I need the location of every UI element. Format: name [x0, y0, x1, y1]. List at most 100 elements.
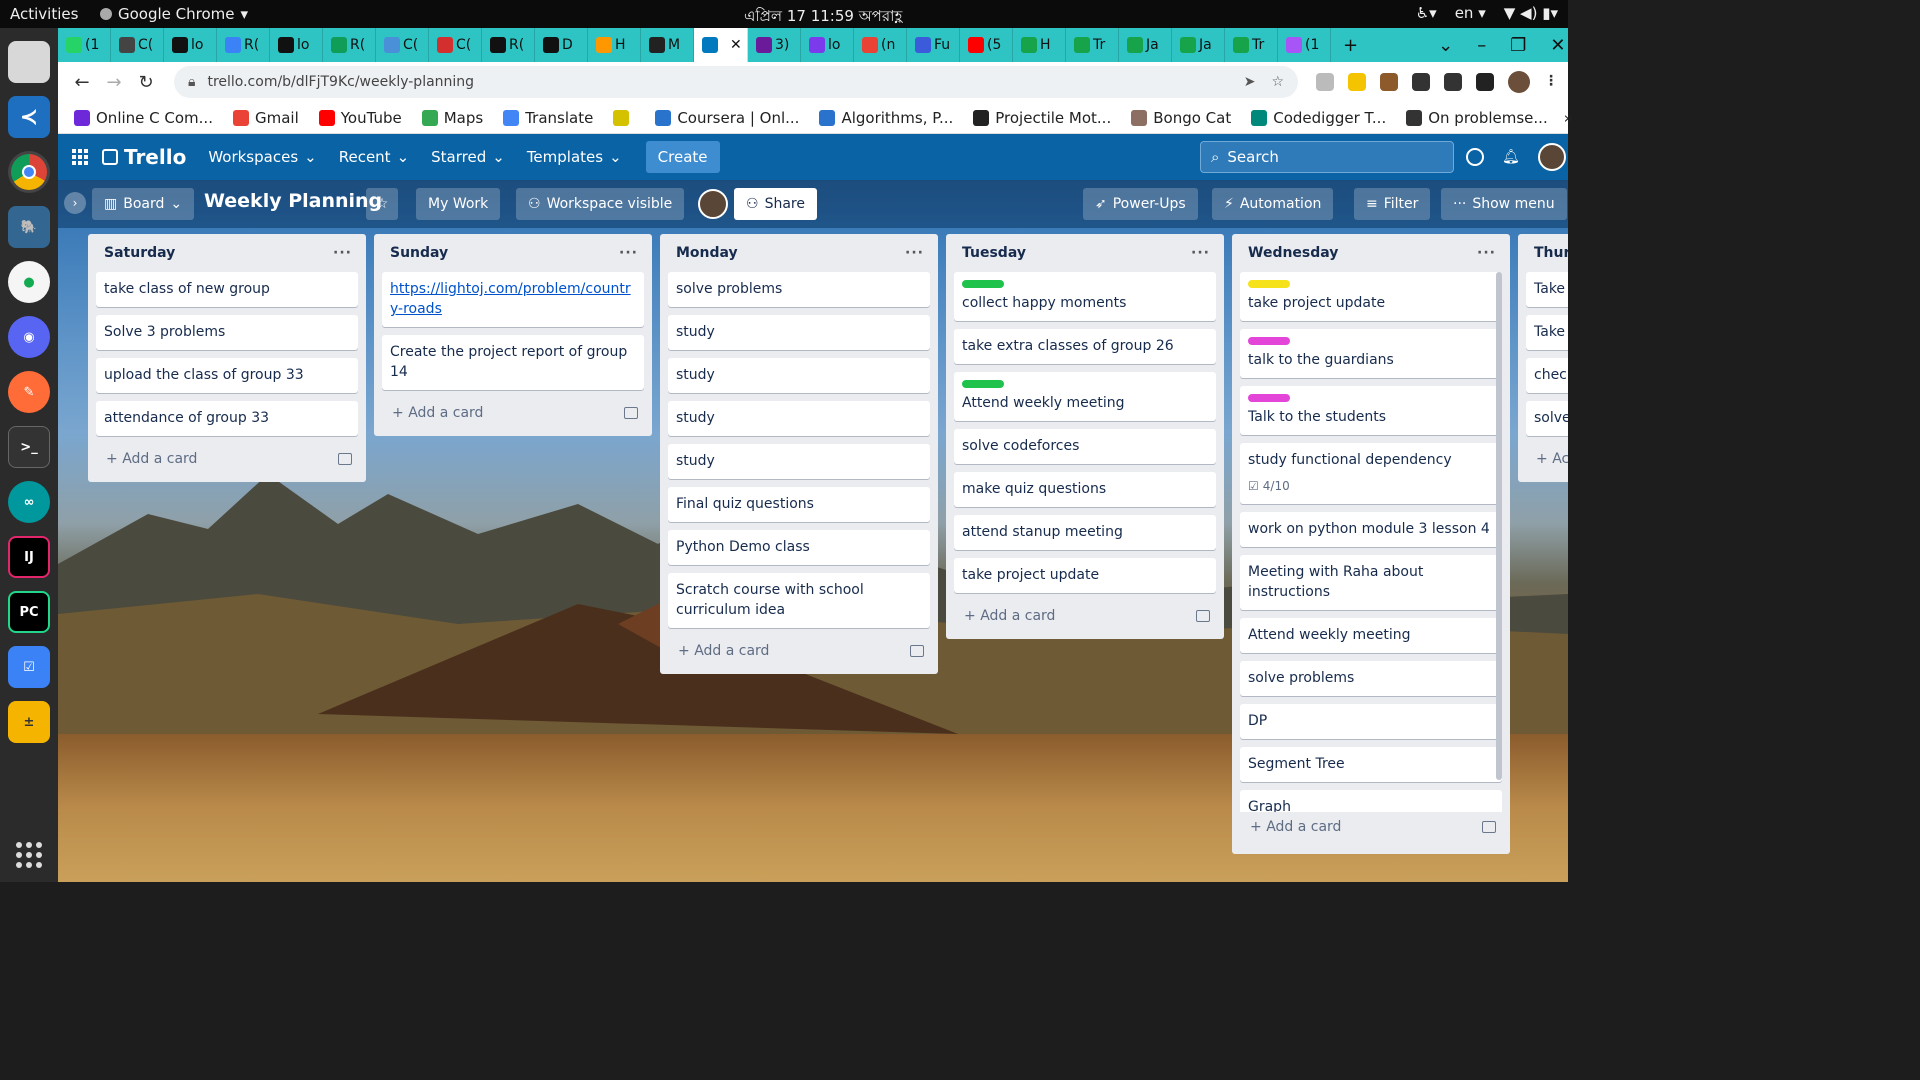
- browser-tab[interactable]: R(: [217, 28, 270, 62]
- create-from-template-icon[interactable]: [624, 407, 638, 419]
- card[interactable]: study: [668, 315, 930, 350]
- card[interactable]: solve problems: [1240, 661, 1502, 696]
- star-board-icon[interactable]: ☆: [366, 188, 398, 220]
- browser-tab[interactable]: lo: [801, 28, 854, 62]
- card[interactable]: take class of new group: [96, 272, 358, 307]
- card[interactable]: study: [668, 444, 930, 479]
- bookmark-item[interactable]: Projectile Mot...: [973, 109, 1111, 127]
- browser-tab[interactable]: lo: [270, 28, 323, 62]
- list-actions-icon[interactable]: ···: [1191, 245, 1210, 261]
- cookie-icon[interactable]: [1380, 73, 1398, 91]
- show-menu-button[interactable]: ··· Show menu: [1441, 188, 1567, 220]
- bookmark-item[interactable]: Gmail: [232, 109, 299, 127]
- info-icon[interactable]: [1466, 148, 1484, 166]
- browser-tab[interactable]: Tr: [1066, 28, 1119, 62]
- discord-icon[interactable]: ◉: [8, 316, 50, 358]
- card[interactable]: Attend weekly meeting: [954, 372, 1216, 421]
- close-tab-icon[interactable]: ✕: [730, 37, 742, 53]
- browser-tab[interactable]: Ja: [1119, 28, 1172, 62]
- starred-menu[interactable]: Starred ⌄: [431, 148, 505, 166]
- recent-menu[interactable]: Recent ⌄: [339, 148, 409, 166]
- card[interactable]: upload the class of group 33: [96, 358, 358, 393]
- profile-avatar[interactable]: [1508, 71, 1530, 93]
- mongodb-icon[interactable]: ●: [8, 261, 50, 303]
- list-actions-icon[interactable]: ···: [333, 245, 352, 261]
- reading-list-icon[interactable]: [1444, 73, 1462, 91]
- close-window-icon[interactable]: ✕: [1550, 35, 1565, 56]
- search-input[interactable]: ⌕ Search: [1200, 141, 1454, 173]
- browser-tab[interactable]: Ja: [1172, 28, 1225, 62]
- card[interactable]: solve problems: [668, 272, 930, 307]
- board-view-switcher[interactable]: ▥ Board ⌄: [92, 188, 195, 220]
- browser-tab[interactable]: R(: [482, 28, 535, 62]
- more-bookmarks-icon[interactable]: »: [1564, 109, 1573, 127]
- browser-tab[interactable]: (1: [58, 28, 111, 62]
- bookmark-item[interactable]: Coursera | Onl...: [655, 109, 799, 127]
- list-title[interactable]: Sunday: [390, 245, 448, 261]
- browser-tab[interactable]: Tr: [1225, 28, 1278, 62]
- card[interactable]: talk to the guardians: [1240, 329, 1502, 378]
- create-from-template-icon[interactable]: [910, 645, 924, 657]
- card[interactable]: Graph: [1240, 790, 1502, 812]
- add-card-button[interactable]: + Add a card: [88, 444, 366, 474]
- browser-tab[interactable]: (n: [854, 28, 907, 62]
- card[interactable]: solve codeforces: [954, 429, 1216, 464]
- extension-icon[interactable]: [1316, 73, 1334, 91]
- card-label[interactable]: [962, 380, 1004, 388]
- postman-icon[interactable]: ✎: [8, 371, 50, 413]
- list-scrollbar[interactable]: [1496, 272, 1502, 780]
- list-header[interactable]: Thurs: [1518, 234, 1568, 272]
- my-work-button[interactable]: My Work: [416, 188, 501, 220]
- list-header[interactable]: Sunday ···: [374, 234, 652, 272]
- browser-tab[interactable]: H: [588, 28, 641, 62]
- list-header[interactable]: Tuesday ···: [946, 234, 1224, 272]
- add-card-button[interactable]: + Ac: [1518, 444, 1568, 474]
- bookmark-item[interactable]: Translate: [503, 109, 593, 127]
- browser-tab[interactable]: D: [535, 28, 588, 62]
- list-actions-icon[interactable]: ···: [619, 245, 638, 261]
- automation-button[interactable]: ⚡︎ Automation: [1212, 188, 1334, 220]
- browser-tab[interactable]: R(: [323, 28, 376, 62]
- browser-tab[interactable]: 3): [748, 28, 801, 62]
- create-from-template-icon[interactable]: [338, 453, 352, 465]
- workspaces-menu[interactable]: Workspaces ⌄: [208, 148, 316, 166]
- card[interactable]: check: [1526, 358, 1568, 393]
- list-title[interactable]: Tuesday: [962, 245, 1026, 261]
- restore-icon[interactable]: ❐: [1510, 35, 1526, 56]
- list-header[interactable]: Saturday ···: [88, 234, 366, 272]
- list-actions-icon[interactable]: ···: [1477, 245, 1496, 261]
- card[interactable]: take extra classes of group 26: [954, 329, 1216, 364]
- card[interactable]: Final quiz questions: [668, 487, 930, 522]
- card[interactable]: Meeting with Raha about instructions: [1240, 555, 1502, 610]
- bookmark-item[interactable]: On problemse...: [1406, 109, 1548, 127]
- member-avatar[interactable]: [1537, 143, 1566, 171]
- language-indicator[interactable]: en ▾: [1455, 4, 1486, 22]
- browser-tab[interactable]: M: [641, 28, 694, 62]
- card[interactable]: attend stanup meeting: [954, 515, 1216, 550]
- card[interactable]: Talk to the students: [1240, 386, 1502, 435]
- forward-icon[interactable]: →: [98, 72, 130, 93]
- chrome-icon[interactable]: [8, 151, 50, 193]
- card[interactable]: Create the project report of group 14: [382, 335, 644, 390]
- create-button[interactable]: Create: [645, 141, 720, 173]
- card[interactable]: work on python module 3 lesson 4: [1240, 512, 1502, 547]
- card[interactable]: attendance of group 33: [96, 401, 358, 436]
- card[interactable]: study: [668, 401, 930, 436]
- url-field[interactable]: 🔒︎ trello.com/b/dlFjT9Kc/weekly-planning…: [174, 66, 1298, 98]
- system-tray[interactable]: ♿︎▾ en ▾ ▼ ◀) ▮▾: [1416, 4, 1558, 22]
- browser-tab[interactable]: H: [1013, 28, 1066, 62]
- extension-icon[interactable]: [1348, 73, 1366, 91]
- card-label[interactable]: [1248, 280, 1290, 288]
- card[interactable]: study: [668, 358, 930, 393]
- pycharm-icon[interactable]: PC: [8, 591, 50, 633]
- card[interactable]: Python Demo class: [668, 530, 930, 565]
- card-label[interactable]: [962, 280, 1004, 288]
- active-app-menu[interactable]: Google Chrome ▾: [100, 5, 248, 23]
- lock-icon[interactable]: 🔒︎: [188, 74, 195, 90]
- card[interactable]: Solve 3 problems: [96, 315, 358, 350]
- trello-logo[interactable]: Trello: [102, 145, 186, 169]
- list-title[interactable]: Monday: [676, 245, 738, 261]
- add-card-button[interactable]: + Add a card: [1232, 812, 1510, 842]
- card[interactable]: Scratch course with school curriculum id…: [668, 573, 930, 628]
- terminal-icon[interactable]: >_: [8, 426, 50, 468]
